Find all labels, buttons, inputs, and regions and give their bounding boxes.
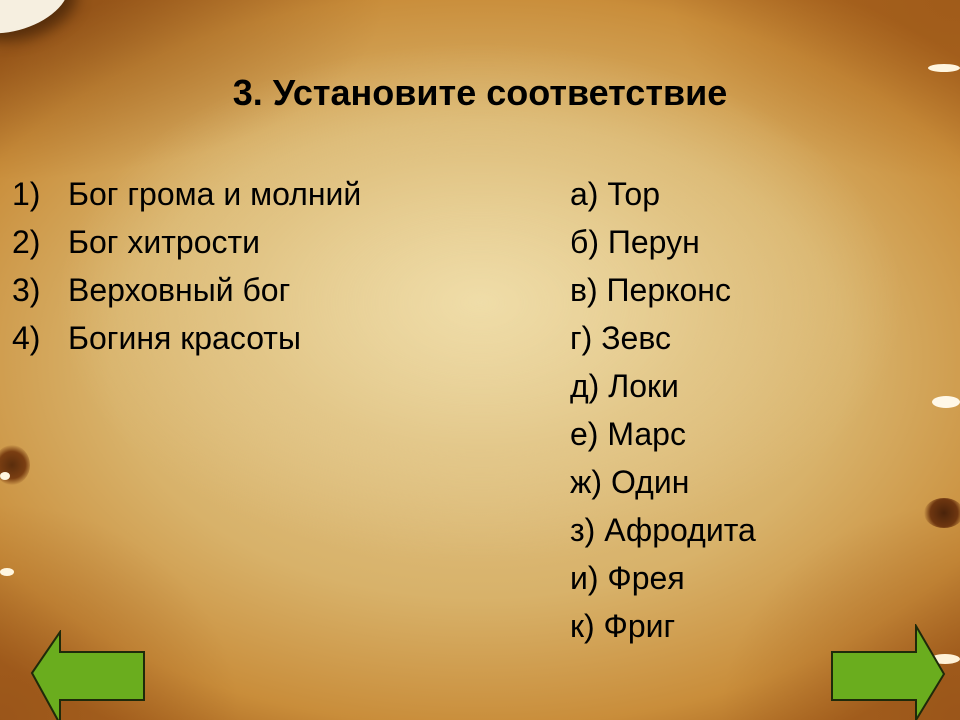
answer-item: е) Марс <box>570 416 686 452</box>
paper-hole <box>924 498 960 528</box>
arrow-right-icon <box>831 622 946 720</box>
item-marker: 3) <box>12 272 41 308</box>
item-text: Верховный бог <box>68 272 291 308</box>
paper-hole <box>0 472 10 480</box>
definition-item: 4) Богиня красоты <box>12 314 361 362</box>
item-text: Бог хитрости <box>68 224 261 260</box>
paper-hole <box>0 568 14 576</box>
slide-title: 3. Установите соответствие <box>0 72 960 114</box>
answer-item: з) Афродита <box>570 512 756 548</box>
item-text: Богиня красоты <box>68 320 301 356</box>
answer-item: к) Фриг <box>570 608 676 644</box>
next-slide-button[interactable] <box>830 622 946 720</box>
definition-item: 3) Верховный бог <box>12 266 361 314</box>
paper-hole <box>928 64 960 72</box>
paper-curl <box>0 0 77 46</box>
item-text: Бог грома и молний <box>68 176 362 212</box>
answer-item: в) Перконс <box>570 272 731 308</box>
answer-item: д) Локи <box>570 368 679 404</box>
definition-item: 2) Бог хитрости <box>12 218 361 266</box>
arrow-left-icon <box>30 628 145 720</box>
item-marker: 4) <box>12 320 41 356</box>
paper-hole <box>932 396 960 408</box>
answer-item: а) Тор <box>570 176 660 212</box>
item-marker: 2) <box>12 224 41 260</box>
answer-item: б) Перун <box>570 224 700 260</box>
item-marker: 1) <box>12 176 41 212</box>
definitions-list: 1) Бог грома и молний 2) Бог хитрости 3) Ве… <box>12 170 361 362</box>
answer-item: г) Зевс <box>570 320 671 356</box>
slide-title-text: 3. Установите соответствие <box>232 72 728 113</box>
previous-slide-button[interactable] <box>30 628 146 720</box>
answer-item: ж) Один <box>570 464 690 500</box>
answers-list: а) Тор б) Перун в) Перконс г) Зевс д) Ло… <box>570 170 756 650</box>
definition-item: 1) Бог грома и молний <box>12 170 361 218</box>
answer-item: и) Фрея <box>570 560 685 596</box>
